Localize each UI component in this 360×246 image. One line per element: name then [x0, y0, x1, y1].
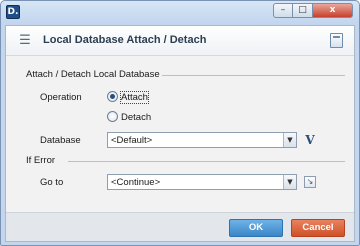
- cancel-button[interactable]: Cancel: [291, 219, 345, 237]
- dialog-body: ☰ Local Database Attach / Detach Attach …: [5, 25, 355, 242]
- chevron-down-icon[interactable]: ▼: [283, 175, 296, 189]
- chevron-down-icon[interactable]: ▼: [283, 133, 296, 147]
- goto-label: Go to: [40, 177, 64, 188]
- section-title-attach-detach: Attach / Detach Local Database: [26, 69, 160, 80]
- title-bar[interactable]: D. – □ x: [1, 1, 359, 23]
- database-select[interactable]: <Default> ▼: [107, 132, 297, 148]
- dialog-header: ☰ Local Database Attach / Detach: [6, 26, 354, 56]
- app-logo-icon: D.: [6, 5, 20, 19]
- minimize-button[interactable]: –: [273, 3, 293, 18]
- dialog-footer: OK Cancel: [6, 212, 354, 241]
- section-divider: [68, 161, 345, 162]
- page-title: Local Database Attach / Detach: [43, 34, 207, 46]
- ok-button[interactable]: OK: [229, 219, 283, 237]
- goto-select[interactable]: <Continue> ▼: [107, 174, 297, 190]
- detach-radio-label[interactable]: Detach: [121, 112, 151, 123]
- maximize-button[interactable]: □: [293, 3, 313, 18]
- goto-target-icon[interactable]: ↘: [304, 176, 316, 188]
- goto-select-value: <Continue>: [111, 177, 161, 188]
- dialog-window: D. – □ x ☰ Local Database Attach / Detac…: [0, 0, 360, 246]
- detach-radio[interactable]: [107, 111, 118, 122]
- operation-label: Operation: [40, 92, 82, 103]
- variable-button[interactable]: V: [303, 132, 317, 148]
- section-title-if-error: If Error: [26, 155, 56, 166]
- section-divider: [162, 75, 345, 76]
- attach-radio-label[interactable]: Attach: [120, 91, 149, 104]
- database-icon: ☰: [19, 33, 31, 48]
- close-button[interactable]: x: [313, 3, 353, 18]
- database-label: Database: [40, 135, 81, 146]
- database-select-value: <Default>: [111, 135, 153, 146]
- attach-radio[interactable]: [107, 91, 118, 102]
- help-icon[interactable]: [330, 33, 343, 48]
